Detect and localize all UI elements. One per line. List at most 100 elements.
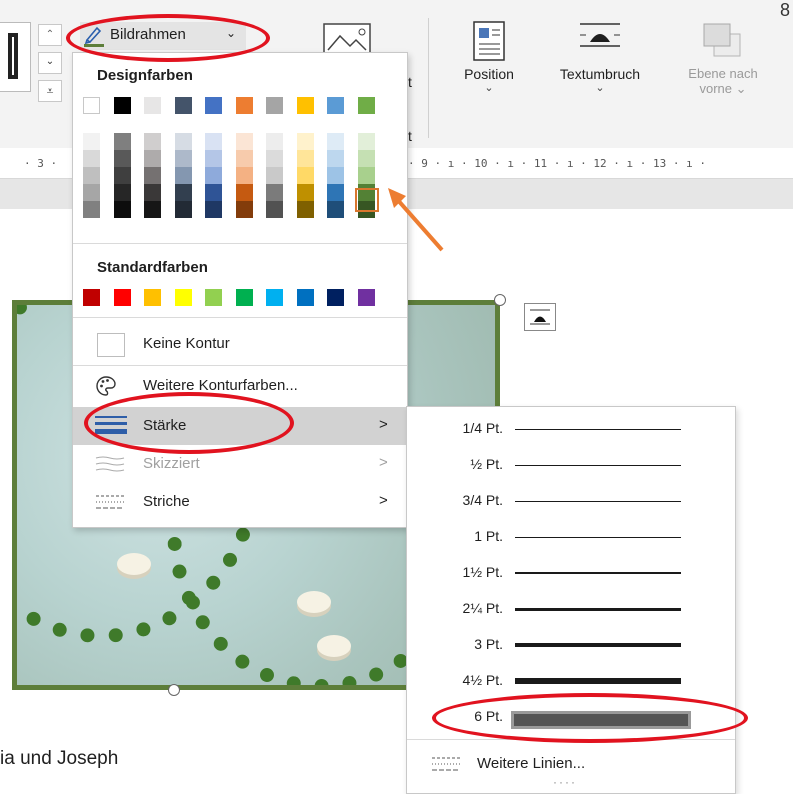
line-weight-preview	[515, 536, 681, 538]
theme-shade-swatch[interactable]	[266, 201, 283, 218]
resize-handle[interactable]	[494, 294, 506, 306]
theme-shade-swatch[interactable]	[296, 201, 314, 218]
theme-shade-swatch[interactable]	[235, 184, 253, 201]
theme-shade-swatch[interactable]	[205, 167, 222, 184]
line-weight-item[interactable]: 2¼ Pt.	[407, 591, 735, 627]
theme-shade-swatch[interactable]	[144, 201, 161, 218]
theme-shade-swatch[interactable]	[327, 150, 344, 167]
theme-color-swatch[interactable]	[144, 97, 161, 114]
bildrahmen-dropdown: Designfarben Standardfarben Keine Kontur…	[72, 52, 408, 528]
line-weight-preview	[515, 572, 681, 574]
resize-handle[interactable]	[168, 684, 180, 696]
theme-shade-swatch[interactable]	[83, 184, 100, 201]
theme-shade-swatch[interactable]	[235, 201, 253, 218]
textumbruch-button[interactable]: Textumbruch ⌄	[536, 20, 664, 94]
bring-forward-icon	[668, 20, 778, 66]
theme-shade-swatch[interactable]	[83, 167, 100, 184]
theme-color-swatch[interactable]	[296, 97, 314, 114]
line-weight-item[interactable]: 3 Pt.	[407, 627, 735, 663]
theme-shade-swatch[interactable]	[296, 184, 314, 201]
tea-light	[317, 635, 351, 657]
standard-color-swatch[interactable]	[174, 289, 192, 306]
theme-shade-swatch[interactable]	[83, 201, 100, 218]
bring-forward-button[interactable]: Ebene nach vorne ⌄	[668, 20, 778, 97]
theme-shade-swatch[interactable]	[83, 133, 100, 150]
theme-shade-swatch[interactable]	[266, 167, 283, 184]
striche-item[interactable]: Striche >	[73, 483, 407, 521]
theme-shade-swatch[interactable]	[327, 167, 344, 184]
theme-shade-swatch[interactable]	[144, 184, 161, 201]
theme-shade-swatch[interactable]	[174, 184, 192, 201]
line-weight-item[interactable]: ½ Pt.	[407, 447, 735, 483]
theme-shade-swatch[interactable]	[266, 184, 283, 201]
menu-resize-grip[interactable]: ····	[553, 775, 577, 789]
theme-color-swatch[interactable]	[113, 97, 131, 114]
theme-shade-swatch[interactable]	[266, 150, 283, 167]
standard-color-swatch[interactable]	[296, 289, 314, 306]
standard-color-swatch[interactable]	[83, 289, 100, 306]
standard-color-swatch[interactable]	[113, 289, 131, 306]
theme-shade-swatch[interactable]	[113, 167, 131, 184]
theme-shade-swatch[interactable]	[235, 167, 253, 184]
theme-shade-swatch[interactable]	[174, 167, 192, 184]
line-weight-item[interactable]: 1 Pt.	[407, 519, 735, 555]
theme-color-swatch[interactable]	[327, 97, 344, 114]
layout-options-button[interactable]	[524, 303, 556, 331]
theme-shade-swatch[interactable]	[144, 167, 161, 184]
theme-shade-swatch[interactable]	[144, 133, 161, 150]
theme-shade-swatch[interactable]	[327, 201, 344, 218]
gallery-scroll-down[interactable]: ⌄	[38, 52, 62, 74]
theme-color-swatch[interactable]	[205, 97, 222, 114]
line-weight-item[interactable]: 1½ Pt.	[407, 555, 735, 591]
theme-shade-swatch[interactable]	[113, 133, 131, 150]
theme-shade-swatch[interactable]	[174, 201, 192, 218]
standard-color-swatch[interactable]	[235, 289, 253, 306]
textumbruch-label: Textumbruch	[559, 66, 641, 82]
menu-divider	[73, 317, 407, 318]
bring-forward-label-line1: Ebene nach	[688, 66, 758, 81]
theme-shade-swatch[interactable]	[113, 184, 131, 201]
theme-color-swatch[interactable]	[174, 97, 192, 114]
theme-shade-swatch[interactable]	[205, 133, 222, 150]
standard-color-swatch[interactable]	[357, 289, 375, 306]
theme-shade-swatch[interactable]	[205, 201, 222, 218]
standard-color-swatch[interactable]	[327, 289, 344, 306]
theme-shade-swatch[interactable]	[296, 133, 314, 150]
theme-shade-swatch[interactable]	[327, 184, 344, 201]
position-button[interactable]: Position ⌄	[446, 20, 532, 94]
standard-color-swatch[interactable]	[266, 289, 283, 306]
standard-color-swatch[interactable]	[144, 289, 161, 306]
theme-shade-swatch[interactable]	[113, 150, 131, 167]
theme-shade-swatch[interactable]	[235, 133, 253, 150]
theme-shade-swatch[interactable]	[357, 133, 375, 150]
shape-style-preview[interactable]	[0, 22, 31, 92]
theme-color-swatch[interactable]	[357, 97, 375, 114]
theme-shade-swatch[interactable]	[205, 150, 222, 167]
theme-shade-swatch[interactable]	[144, 150, 161, 167]
theme-shade-swatch[interactable]	[235, 150, 253, 167]
skizziert-item[interactable]: Skizziert >	[73, 445, 407, 483]
theme-shade-swatch[interactable]	[296, 150, 314, 167]
theme-color-swatch[interactable]	[83, 97, 100, 114]
theme-shade-swatch[interactable]	[174, 150, 192, 167]
theme-shade-swatch[interactable]	[327, 133, 344, 150]
theme-shade-swatch[interactable]	[205, 184, 222, 201]
theme-shade-swatch[interactable]	[113, 201, 131, 218]
theme-color-swatch[interactable]	[235, 97, 253, 114]
keine-kontur-item[interactable]: Keine Kontur	[73, 325, 407, 363]
theme-shade-swatch[interactable]	[296, 167, 314, 184]
annotation-arrow	[388, 188, 444, 252]
theme-color-swatch[interactable]	[266, 97, 283, 114]
weitere-konturfarben-label: Weitere Konturfarben...	[143, 377, 298, 394]
standard-color-swatch[interactable]	[205, 289, 222, 306]
theme-shade-swatch[interactable]	[174, 133, 192, 150]
theme-shade-swatch[interactable]	[266, 133, 283, 150]
gallery-expand[interactable]: ⩡	[38, 80, 62, 102]
line-weight-item[interactable]: 1/4 Pt.	[407, 411, 735, 447]
chevron-right-icon: >	[379, 492, 388, 509]
theme-shade-swatch[interactable]	[357, 167, 375, 184]
line-weight-item[interactable]: 3/4 Pt.	[407, 483, 735, 519]
gallery-scroll-up[interactable]: ⌃	[38, 24, 62, 46]
theme-shade-swatch[interactable]	[357, 150, 375, 167]
theme-shade-swatch[interactable]	[83, 150, 100, 167]
